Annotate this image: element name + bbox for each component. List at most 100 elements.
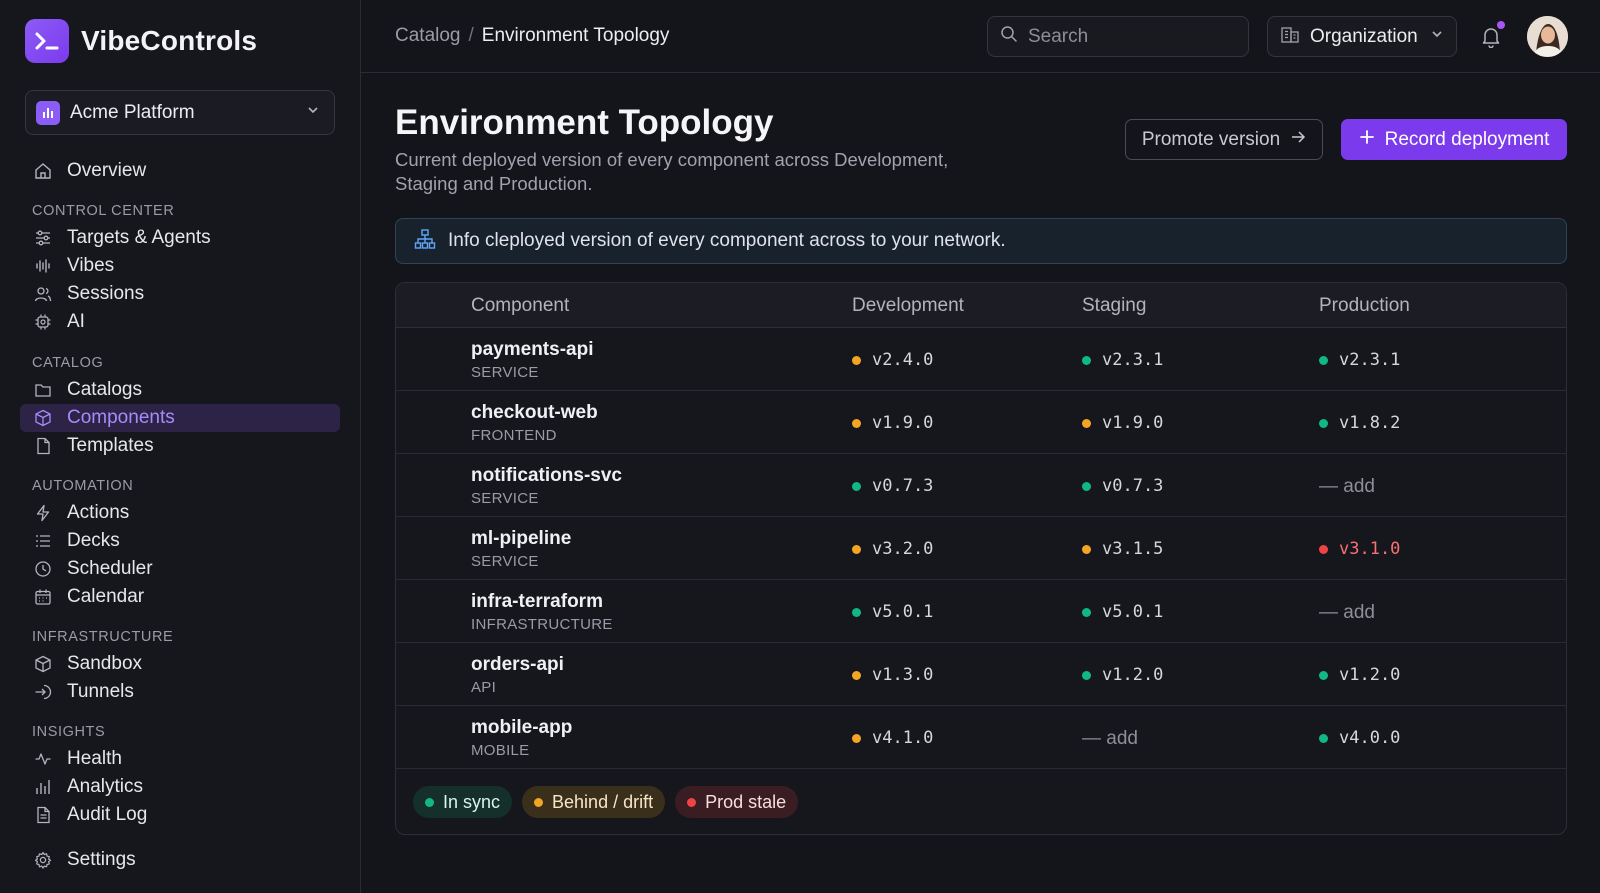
breadcrumb-separator: / [468, 25, 474, 46]
component-type: MOBILE [471, 742, 530, 759]
sidebar-item-analytics[interactable]: Analytics [20, 773, 340, 801]
version-cell-staging[interactable]: — add [1082, 728, 1138, 750]
sidebar-item-scheduler[interactable]: Scheduler [20, 555, 340, 583]
sidebar-item-label: Settings [67, 849, 136, 870]
sidebar-item-label: Audit Log [67, 804, 148, 825]
component-name[interactable]: notifications-svc [471, 465, 622, 487]
sidebar-item-decks[interactable]: Decks [20, 527, 340, 555]
notification-dot [1497, 21, 1505, 29]
brand[interactable]: VibeControls [25, 19, 257, 63]
organization-switcher[interactable]: Organization [1267, 16, 1457, 57]
component-name[interactable]: mobile-app [471, 717, 572, 739]
workspace-label: Acme Platform [70, 101, 195, 123]
table-row[interactable]: infra-terraform INFRASTRUCTURE v5.0.1 v5.0.… [396, 580, 1566, 643]
table-row[interactable]: checkout-web FRONTEND v1.9.0 v1.9.0 v1.8.2 [396, 391, 1566, 454]
workspace-select[interactable]: Acme Platform [25, 90, 335, 135]
header-development[interactable]: Development [852, 295, 964, 317]
sidebar-item-label: Catalogs [67, 379, 142, 400]
sync-dot [425, 797, 434, 807]
bar-chart-icon [36, 100, 60, 125]
section-infrastructure: INFRASTRUCTURE [32, 629, 174, 645]
sidebar-item-label: Health [67, 748, 122, 769]
version-cell-staging: v2.3.1 [1082, 350, 1163, 370]
version-cell-staging: v3.1.5 [1082, 539, 1163, 559]
version-cell-prod[interactable]: — add [1319, 476, 1375, 498]
sidebar-item-sandbox[interactable]: Sandbox [20, 650, 340, 678]
sidebar-item-settings[interactable]: Settings [20, 846, 340, 874]
component-type: SERVICE [471, 364, 539, 381]
status-dot [852, 733, 861, 743]
lightning-icon [33, 503, 53, 523]
add-version-link[interactable]: — add [1082, 728, 1138, 750]
notifications-button[interactable] [1479, 21, 1505, 50]
table-row[interactable]: notifications-svc SERVICE v0.7.3 v0.7.3 — ad… [396, 454, 1566, 517]
page-title: Environment Topology [395, 103, 774, 142]
pulse-icon [33, 749, 53, 769]
box-icon [33, 654, 53, 674]
version-cell-prod[interactable]: — add [1319, 602, 1375, 624]
terminal-icon [25, 19, 69, 63]
table-header: Component Development Staging Production [396, 283, 1566, 328]
header-staging[interactable]: Staging [1082, 295, 1146, 317]
component-name[interactable]: ml-pipeline [471, 528, 571, 550]
gear-icon [33, 850, 53, 870]
waveform-icon [33, 256, 53, 276]
sidebar-item-overview[interactable]: Overview [20, 157, 340, 185]
sidebar-item-label: Vibes [67, 255, 115, 276]
sidebar-item-ai[interactable]: AI [20, 308, 340, 336]
version-label: v4.1.0 [872, 728, 934, 748]
legend-label: In sync [443, 791, 501, 812]
version-label: v3.1.5 [1102, 539, 1164, 559]
home-icon [33, 161, 53, 181]
component-type: API [471, 679, 497, 696]
add-version-link[interactable]: — add [1319, 476, 1375, 498]
table-row[interactable]: orders-api API v1.3.0 v1.2.0 v1.2.0 [396, 643, 1566, 706]
version-label: v3.1.0 [1339, 539, 1401, 559]
sidebar-item-components[interactable]: Components [20, 404, 340, 432]
sidebar-item-calendar[interactable]: Calendar [20, 583, 340, 611]
sidebar-item-label: AI [67, 311, 85, 332]
add-version-link[interactable]: — add [1319, 602, 1375, 624]
breadcrumb-current: Environment Topology [481, 25, 670, 46]
table-row[interactable]: payments-api SERVICE v2.4.0 v2.3.1 v2.3.1 [396, 328, 1566, 391]
sidebar-item-label: Templates [67, 435, 154, 456]
component-name[interactable]: checkout-web [471, 402, 598, 424]
table-row[interactable]: ml-pipeline SERVICE v3.2.0 v3.1.5 v3.1.0 [396, 517, 1566, 580]
legend-behind: Behind / drift [522, 786, 666, 818]
sidebar-item-actions[interactable]: Actions [20, 499, 340, 527]
promote-version-button[interactable]: Promote version [1125, 119, 1323, 160]
clock-icon [33, 559, 53, 579]
sidebar-item-audit-log[interactable]: Audit Log [20, 801, 340, 829]
search-input[interactable] [1028, 25, 1228, 48]
component-name[interactable]: payments-api [471, 339, 593, 361]
version-label: v2.3.1 [1102, 350, 1164, 370]
component-name[interactable]: infra-terraform [471, 591, 603, 613]
sidebar-item-catalogs[interactable]: Catalogs [20, 376, 340, 404]
status-dot [1082, 670, 1091, 680]
record-deployment-button[interactable]: Record deployment [1341, 119, 1567, 160]
version-cell-dev: v2.4.0 [852, 350, 933, 370]
sidebar-item-targets-agents[interactable]: Targets & Agents [20, 224, 340, 252]
sidebar-item-tunnels[interactable]: Tunnels [20, 678, 340, 706]
search-box[interactable] [987, 16, 1249, 57]
component-name[interactable]: orders-api [471, 654, 564, 676]
sidebar-item-health[interactable]: Health [20, 745, 340, 773]
topology-table: Component Development Staging Production… [395, 282, 1567, 835]
sidebar-item-vibes[interactable]: Vibes [20, 252, 340, 280]
version-cell-staging: v5.0.1 [1082, 602, 1163, 622]
sidebar-item-label: Overview [67, 160, 147, 181]
component-type: FRONTEND [471, 427, 557, 444]
version-label: v4.0.0 [1339, 728, 1401, 748]
header-component[interactable]: Component [471, 295, 569, 317]
sidebar-item-label: Sessions [67, 283, 145, 304]
sidebar-item-templates[interactable]: Templates [20, 432, 340, 460]
version-label: v1.2.0 [1339, 665, 1401, 685]
header-production[interactable]: Production [1319, 295, 1410, 317]
sidebar-item-sessions[interactable]: Sessions [20, 280, 340, 308]
avatar[interactable] [1527, 16, 1568, 57]
status-dot [1319, 670, 1328, 680]
breadcrumb-catalog[interactable]: Catalog [395, 25, 461, 47]
table-row[interactable]: mobile-app MOBILE v4.1.0 — add v4.0.0 [396, 706, 1566, 769]
status-legend: In sync Behind / drift Prod stale [413, 786, 799, 818]
info-text: Info cleployed version of every componen… [448, 230, 1006, 251]
